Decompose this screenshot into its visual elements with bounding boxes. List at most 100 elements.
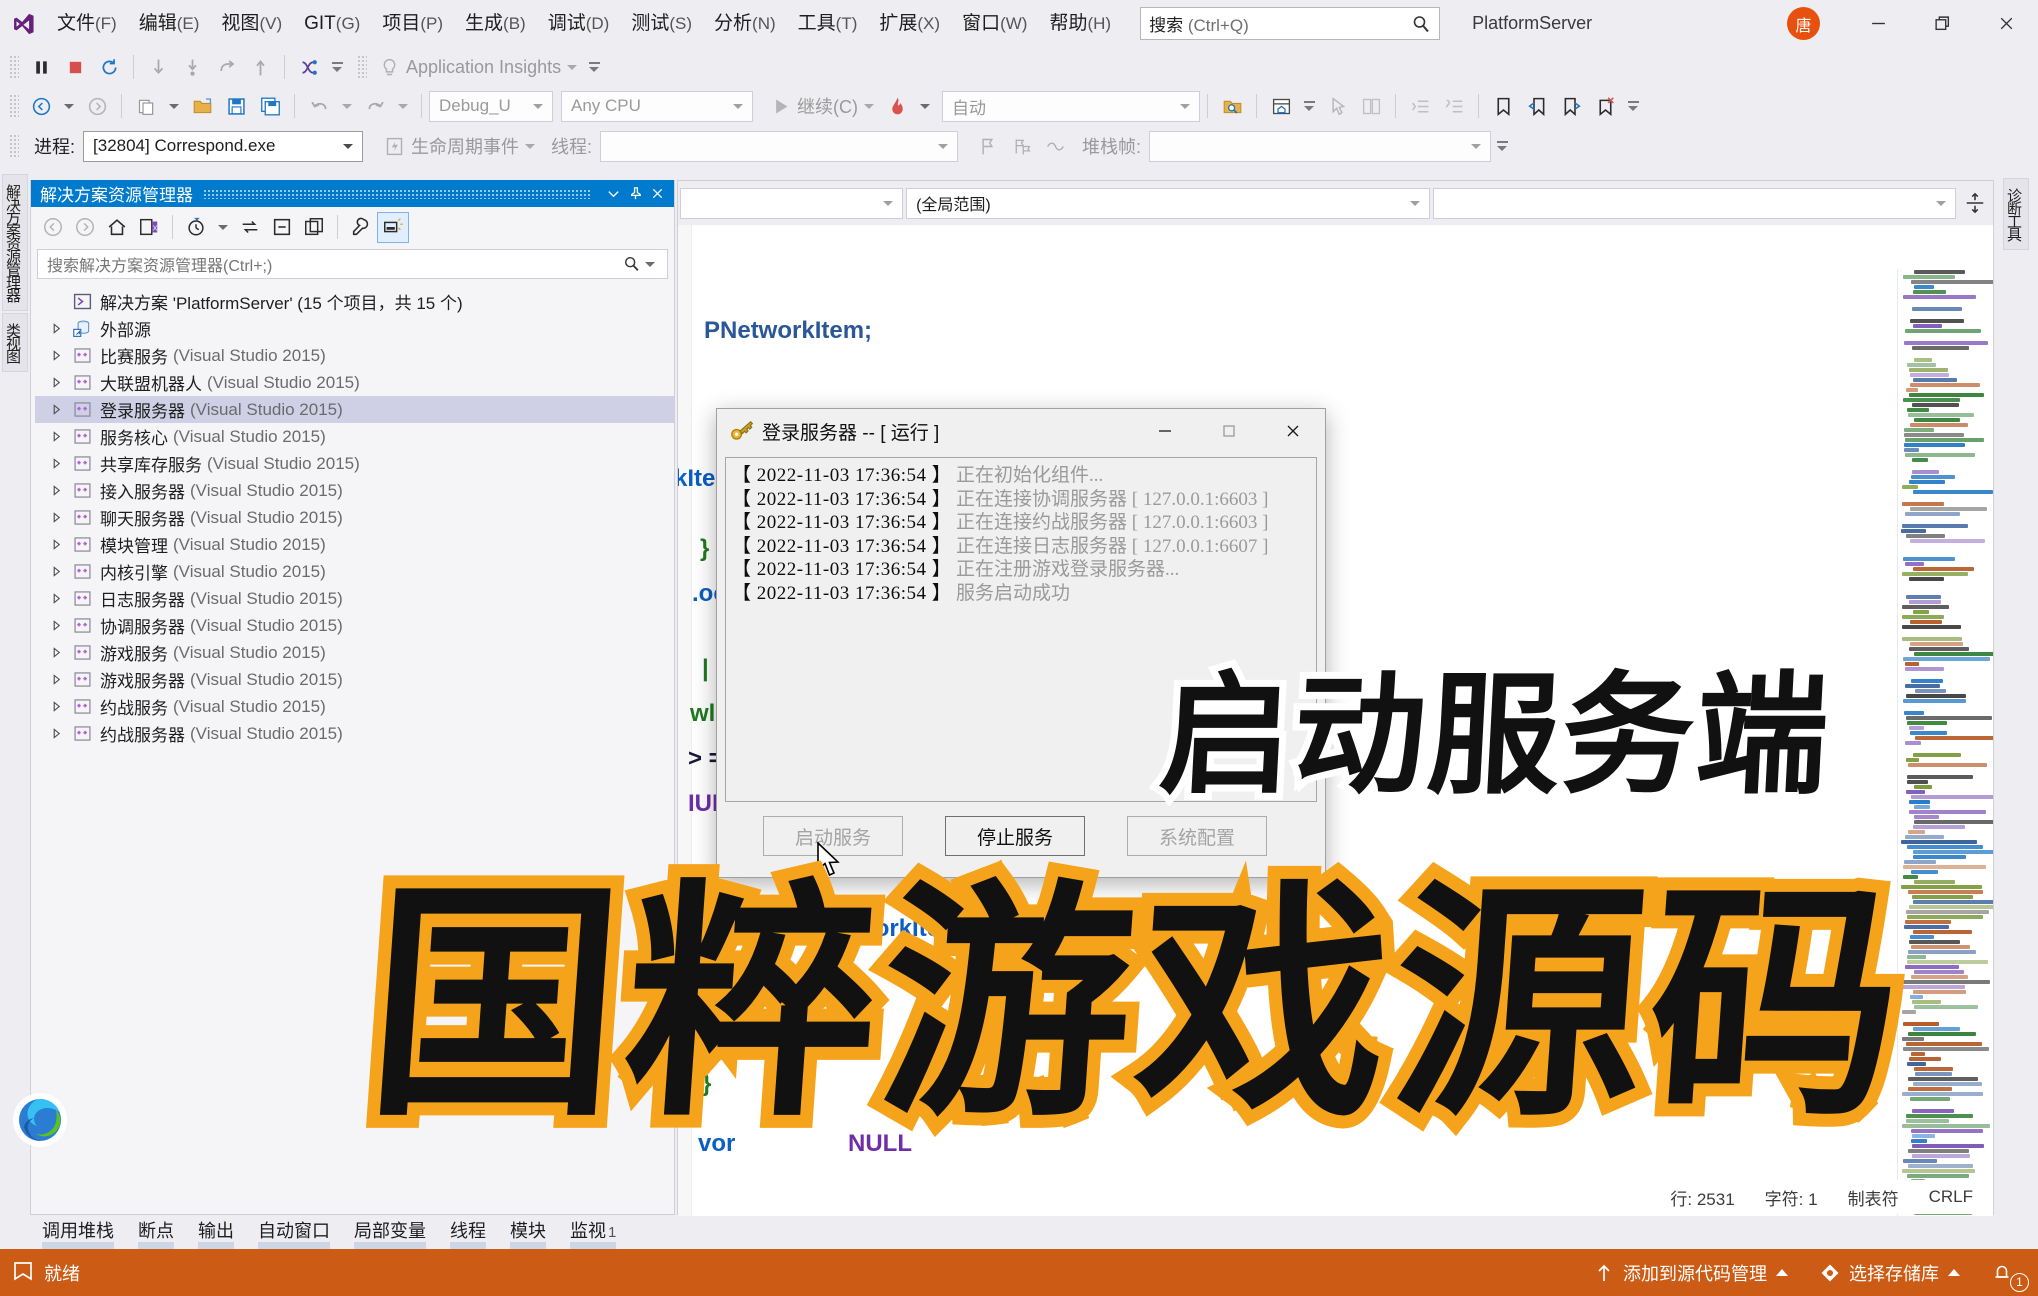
project-row[interactable]: 游戏服务 (Visual Studio 2015) bbox=[35, 639, 674, 666]
project-row[interactable]: 协调服务器 (Visual Studio 2015) bbox=[35, 612, 674, 639]
expand-chevron-icon[interactable] bbox=[43, 647, 69, 658]
stackframe-combo[interactable] bbox=[1149, 130, 1492, 162]
step-into-button[interactable] bbox=[141, 51, 175, 83]
toolbar-overflow-button[interactable] bbox=[1491, 129, 1513, 163]
left-vtab-2[interactable]: 类视图 bbox=[2, 313, 28, 372]
expand-chevron-icon[interactable] bbox=[43, 485, 69, 496]
drag-handle[interactable] bbox=[203, 188, 592, 199]
expand-chevron-icon[interactable] bbox=[43, 377, 69, 388]
chevron-down-icon[interactable] bbox=[920, 103, 930, 109]
lifecycle-events-icon[interactable] bbox=[377, 130, 411, 162]
project-row[interactable]: 外部源 bbox=[35, 315, 674, 342]
notifications-button[interactable]: 1 bbox=[1984, 1259, 2029, 1292]
project-row[interactable]: 日志服务器 (Visual Studio 2015) bbox=[35, 585, 674, 612]
expand-chevron-icon[interactable] bbox=[43, 566, 69, 577]
menu-item-10[interactable]: 工具(T) bbox=[787, 9, 869, 39]
compare-files-icon[interactable] bbox=[1354, 90, 1388, 122]
stop-service-button[interactable]: 停止服务 bbox=[945, 816, 1085, 856]
next-bookmark-icon[interactable] bbox=[1554, 90, 1588, 122]
chevron-down-icon[interactable] bbox=[342, 103, 352, 109]
redo-button[interactable] bbox=[358, 90, 392, 122]
project-row[interactable]: 大联盟机器人 (Visual Studio 2015) bbox=[35, 369, 674, 396]
pending-changes-icon[interactable] bbox=[180, 212, 212, 243]
restart-button[interactable] bbox=[92, 51, 126, 83]
project-row[interactable]: 比赛服务 (Visual Studio 2015) bbox=[35, 342, 674, 369]
chevron-down-icon[interactable] bbox=[64, 103, 74, 109]
process-combo[interactable]: [32804] Correspond.exe bbox=[83, 130, 364, 162]
menu-item-11[interactable]: 扩展(X) bbox=[868, 9, 951, 39]
show-flagged-threads-icon[interactable] bbox=[1004, 130, 1038, 162]
threads-view-icon[interactable] bbox=[292, 51, 326, 83]
break-all-button[interactable] bbox=[24, 51, 58, 83]
menu-item-9[interactable]: 分析(N) bbox=[703, 9, 787, 39]
show-next-statement-button[interactable] bbox=[243, 51, 277, 83]
project-row[interactable]: 登录服务器 (Visual Studio 2015) bbox=[35, 396, 674, 423]
undo-button[interactable] bbox=[302, 90, 336, 122]
toolbar-overflow-button[interactable] bbox=[583, 50, 605, 84]
chevron-down-icon[interactable] bbox=[602, 183, 624, 205]
add-to-source-control-button[interactable]: 添加到源代码管理 bbox=[1586, 1256, 1796, 1290]
expand-chevron-icon[interactable] bbox=[43, 350, 69, 361]
menu-item-3[interactable]: 视图(V) bbox=[210, 9, 293, 39]
chevron-down-icon[interactable] bbox=[864, 103, 874, 109]
microsoft-edge-icon[interactable] bbox=[12, 1092, 68, 1148]
collapse-all-icon[interactable] bbox=[266, 212, 298, 243]
expand-chevron-icon[interactable] bbox=[43, 323, 69, 334]
menu-item-2[interactable]: 编辑(E) bbox=[128, 9, 211, 39]
nav-scope-combo[interactable]: (全局范围) bbox=[906, 187, 1430, 219]
toolbar-grip[interactable] bbox=[357, 55, 367, 79]
menu-item-12[interactable]: 窗口(W) bbox=[951, 9, 1038, 39]
expand-chevron-icon[interactable] bbox=[43, 701, 69, 712]
project-row[interactable]: 模块管理 (Visual Studio 2015) bbox=[35, 531, 674, 558]
close-icon[interactable] bbox=[646, 183, 668, 205]
previous-bookmark-icon[interactable] bbox=[1520, 90, 1554, 122]
dialog-maximize-button[interactable] bbox=[1197, 409, 1261, 453]
back-icon[interactable] bbox=[37, 212, 69, 243]
properties-icon[interactable] bbox=[345, 212, 377, 243]
project-row[interactable]: 内核引擎 (Visual Studio 2015) bbox=[35, 558, 674, 585]
hot-reload-icon[interactable] bbox=[880, 90, 914, 122]
toolbar-overflow-button[interactable] bbox=[326, 50, 348, 84]
pin-icon[interactable] bbox=[624, 183, 646, 205]
project-row[interactable]: 服务核心 (Visual Studio 2015) bbox=[35, 423, 674, 450]
project-row[interactable]: 聊天服务器 (Visual Studio 2015) bbox=[35, 504, 674, 531]
navigate-backward-button[interactable] bbox=[24, 90, 58, 122]
solution-explorer-search-input[interactable]: 搜索解决方案资源管理器(Ctrl+;) bbox=[37, 249, 668, 279]
split-window-icon[interactable] bbox=[1959, 186, 1991, 220]
solution-root-row[interactable]: 解决方案 'PlatformServer' (15 个项目，共 15 个) bbox=[35, 288, 674, 315]
parallel-watch-icon[interactable] bbox=[1038, 130, 1072, 162]
clear-bookmarks-icon[interactable] bbox=[1588, 90, 1622, 122]
expand-chevron-icon[interactable] bbox=[43, 431, 69, 442]
nav-project-combo[interactable] bbox=[680, 187, 904, 219]
refresh-icon[interactable] bbox=[234, 212, 266, 243]
step-over-button[interactable] bbox=[175, 51, 209, 83]
flag-thread-icon[interactable] bbox=[970, 130, 1004, 162]
avatar[interactable]: 唐 bbox=[1787, 7, 1820, 40]
open-file-button[interactable] bbox=[185, 90, 219, 122]
project-row[interactable]: 约战服务 (Visual Studio 2015) bbox=[35, 693, 674, 720]
menu-item-1[interactable]: 文件(F) bbox=[46, 9, 128, 39]
save-button[interactable] bbox=[219, 90, 253, 122]
system-config-button[interactable]: 系统配置 bbox=[1127, 816, 1267, 856]
application-insights-icon[interactable] bbox=[372, 51, 406, 83]
sync-with-active-document-icon[interactable]: X bbox=[133, 212, 165, 243]
menu-bar[interactable]: 文件(F) 编辑(E) 视图(V) GIT(G) 项目(P) 生成(B) 调试(D) 测试(S… bbox=[46, 9, 1122, 39]
increase-indent-icon[interactable] bbox=[1403, 90, 1437, 122]
project-row[interactable]: 共享库存服务 (Visual Studio 2015) bbox=[35, 450, 674, 477]
expand-chevron-icon[interactable] bbox=[43, 728, 69, 739]
expand-chevron-icon[interactable] bbox=[43, 404, 69, 415]
preview-selected-items-icon[interactable] bbox=[377, 211, 409, 243]
chevron-down-icon[interactable] bbox=[398, 103, 408, 109]
solution-configuration-combo[interactable]: Debug_U bbox=[429, 90, 553, 122]
debug-target-combo[interactable]: 自动 bbox=[942, 90, 1200, 122]
pointer-select-icon[interactable] bbox=[1320, 90, 1354, 122]
comment-lines-icon[interactable] bbox=[1437, 90, 1471, 122]
toggle-bookmark-icon[interactable] bbox=[1486, 90, 1520, 122]
expand-chevron-icon[interactable] bbox=[43, 539, 69, 550]
dialog-titlebar[interactable]: 登录服务器 -- [ 运行 ] bbox=[717, 409, 1325, 453]
chevron-down-icon[interactable] bbox=[525, 143, 536, 149]
dialog-log-list[interactable]: 【 2022-11-03 17:36:54 】 正在初始化组件... 【 2022… bbox=[725, 457, 1317, 802]
restore-button[interactable] bbox=[1910, 0, 1974, 47]
expand-chevron-icon[interactable] bbox=[43, 620, 69, 631]
expand-chevron-icon[interactable] bbox=[43, 458, 69, 469]
